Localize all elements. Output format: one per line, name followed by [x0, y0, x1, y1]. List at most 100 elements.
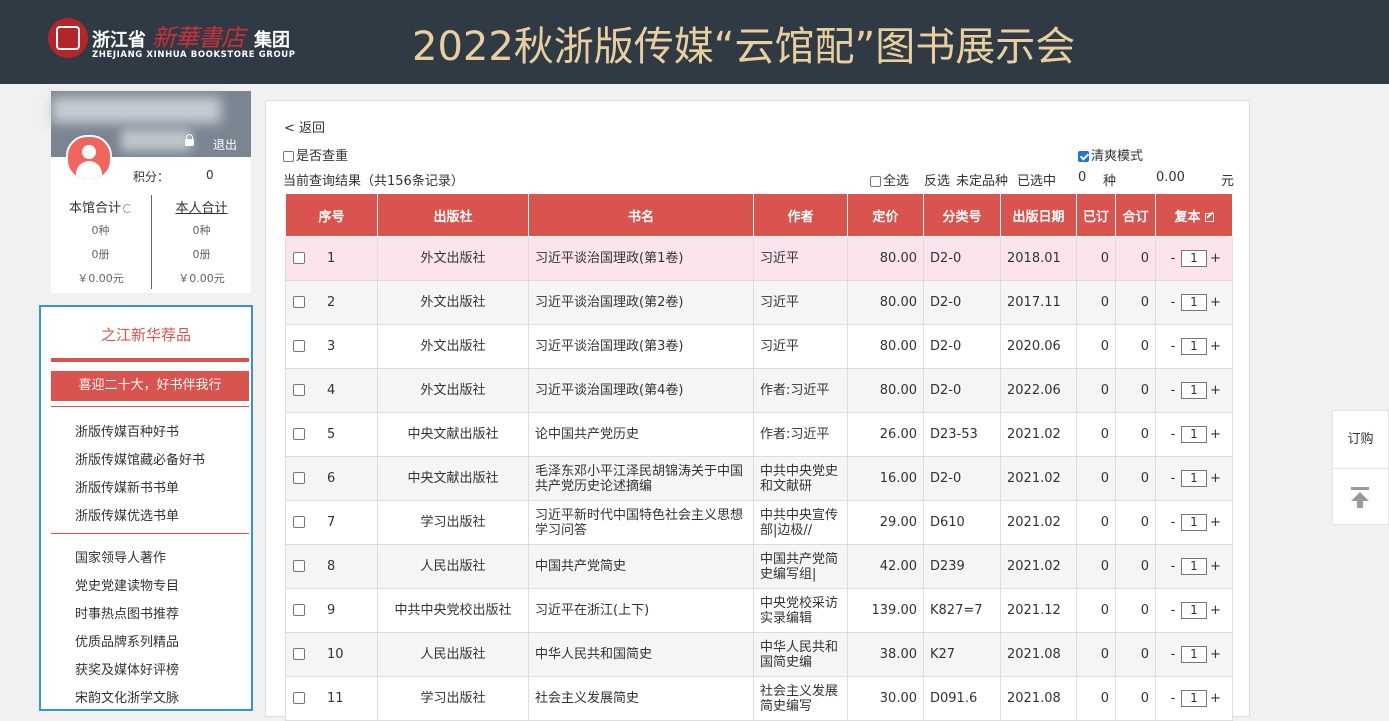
row-checkbox[interactable] [293, 648, 305, 660]
increment-button[interactable]: + [1210, 427, 1221, 442]
copies-input[interactable]: 1 [1181, 250, 1207, 267]
decrement-button[interactable]: - [1168, 251, 1178, 266]
th-class[interactable]: 分类号 [923, 193, 1001, 237]
menu-item[interactable]: 浙版传媒优选书单 [75, 505, 179, 524]
cell-title[interactable]: 习近平新时代中国特色社会主义思想学习问答 [528, 500, 754, 545]
cell-title[interactable]: 社会主义发展简史 [528, 676, 754, 721]
table-row[interactable]: 5 中央文献出版社 论中国共产党历史 作者:习近平 26.00 D23-53 2021.02… [285, 412, 1233, 457]
menu-item[interactable]: 时事热点图书推荐 [75, 603, 179, 622]
avatar-icon[interactable] [66, 135, 112, 181]
menu-item[interactable]: 国家领导人著作 [75, 547, 166, 566]
row-checkbox[interactable] [293, 516, 305, 528]
copies-input[interactable]: 1 [1181, 558, 1207, 575]
copies-input[interactable]: 1 [1181, 646, 1207, 663]
th-date[interactable]: 出版日期 [1000, 193, 1077, 237]
cell-title[interactable]: 习近平在浙江(上下) [528, 588, 754, 633]
increment-button[interactable]: + [1210, 383, 1221, 398]
refresh-icon[interactable] [123, 204, 132, 213]
personal-total-link[interactable]: 本人合计 [152, 199, 251, 219]
table-row[interactable]: 8 人民出版社 中国共产党简史 中国共产党简史编写组| 42.00 D239 2021.02… [285, 544, 1233, 589]
decrement-button[interactable]: - [1168, 515, 1178, 530]
table-row[interactable]: 6 中央文献出版社 毛泽东邓小平江泽民胡锦涛关于中国共产党历史论述摘编 中共中央党史和… [285, 456, 1233, 501]
undecided-link[interactable]: 未定品种 [956, 170, 1008, 189]
table-row[interactable]: 4 外文出版社 习近平谈治国理政(第4卷) 作者:习近平 80.00 D2-0 2022.0… [285, 368, 1233, 413]
dup-check-option[interactable]: 是否查重 [283, 145, 348, 164]
logout-link[interactable]: 退出 [213, 136, 237, 153]
back-link[interactable]: < 返回 [284, 117, 325, 136]
increment-button[interactable]: + [1210, 603, 1221, 618]
copies-input[interactable]: 1 [1181, 294, 1207, 311]
select-all-option[interactable]: 全选 [870, 170, 909, 189]
row-checkbox[interactable] [293, 604, 305, 616]
th-publisher[interactable]: 出版社 [377, 193, 529, 237]
dup-check-checkbox[interactable] [283, 151, 294, 162]
table-row[interactable]: 11 学习出版社 社会主义发展简史 社会主义发展简史编写 30.00 D091.6 2021… [285, 676, 1233, 721]
th-price[interactable]: 定价 [847, 193, 924, 237]
increment-button[interactable]: + [1210, 471, 1221, 486]
clean-mode-option[interactable]: 清爽模式 [1078, 145, 1143, 164]
table-row[interactable]: 1 外文出版社 习近平谈治国理政(第1卷) 习近平 80.00 D2-0 2018.01 0 0… [285, 236, 1233, 281]
row-checkbox[interactable] [293, 340, 305, 352]
table-row[interactable]: 2 外文出版社 习近平谈治国理政(第2卷) 习近平 80.00 D2-0 2017.11 0 0… [285, 280, 1233, 325]
row-checkbox[interactable] [293, 296, 305, 308]
copies-input[interactable]: 1 [1181, 382, 1207, 399]
order-button[interactable]: 订购 [1333, 411, 1388, 469]
cell-title[interactable]: 毛泽东邓小平江泽民胡锦涛关于中国共产党历史论述摘编 [528, 456, 754, 501]
decrement-button[interactable]: - [1168, 295, 1178, 310]
th-title[interactable]: 书名 [528, 193, 754, 237]
copies-input[interactable]: 1 [1181, 338, 1207, 355]
logo[interactable]: 浙江省 新華書店 集团 ZHEJIANG XINHUA BOOKSTORE GR… [48, 16, 298, 62]
copies-input[interactable]: 1 [1181, 602, 1207, 619]
table-row[interactable]: 10 人民出版社 中华人民共和国简史 中华人民共和国简史编 38.00 K27 2021.0… [285, 632, 1233, 677]
menu-item[interactable]: 浙版传媒新书书单 [75, 477, 179, 496]
menu-banner-item[interactable]: 喜迎二十大，好书伴我行 [51, 371, 249, 401]
cell-title[interactable]: 习近平谈治国理政(第1卷) [528, 236, 754, 281]
cell-title[interactable]: 习近平谈治国理政(第3卷) [528, 324, 754, 369]
menu-item[interactable]: 优质品牌系列精品 [75, 631, 179, 650]
increment-button[interactable]: + [1210, 339, 1221, 354]
row-checkbox[interactable] [293, 252, 305, 264]
decrement-button[interactable]: - [1168, 339, 1178, 354]
menu-item[interactable]: 浙版传媒百种好书 [75, 421, 179, 440]
row-checkbox[interactable] [293, 472, 305, 484]
decrement-button[interactable]: - [1168, 383, 1178, 398]
clean-mode-checkbox[interactable] [1078, 151, 1089, 162]
increment-button[interactable]: + [1210, 295, 1221, 310]
menu-item[interactable]: 宋韵文化浙学文脉 [75, 687, 179, 706]
row-checkbox[interactable] [293, 692, 305, 704]
decrement-button[interactable]: - [1168, 603, 1178, 618]
cell-title[interactable]: 中华人民共和国简史 [528, 632, 754, 677]
library-total-title[interactable]: 本馆合计 [51, 199, 150, 219]
invert-selection-link[interactable]: 反选 [924, 170, 950, 189]
cell-title[interactable]: 中国共产党简史 [528, 544, 754, 589]
th-author[interactable]: 作者 [753, 193, 848, 237]
menu-item[interactable]: 获奖及媒体好评榜 [75, 659, 179, 678]
row-checkbox[interactable] [293, 560, 305, 572]
table-row[interactable]: 7 学习出版社 习近平新时代中国特色社会主义思想学习问答 中共中央宣传部|边极//29… [285, 500, 1233, 545]
cell-title[interactable]: 习近平谈治国理政(第2卷) [528, 280, 754, 325]
cell-title[interactable]: 习近平谈治国理政(第4卷) [528, 368, 754, 413]
th-copies[interactable]: 复本 [1155, 193, 1233, 237]
copies-input[interactable]: 1 [1181, 426, 1207, 443]
decrement-button[interactable]: - [1168, 691, 1178, 706]
decrement-button[interactable]: - [1168, 471, 1178, 486]
menu-item[interactable]: 党史党建读物专目 [75, 575, 179, 594]
increment-button[interactable]: + [1210, 251, 1221, 266]
row-checkbox[interactable] [293, 384, 305, 396]
table-row[interactable]: 3 外文出版社 习近平谈治国理政(第3卷) 习近平 80.00 D2-0 2020.06 0 0… [285, 324, 1233, 369]
decrement-button[interactable]: - [1168, 559, 1178, 574]
copies-input[interactable]: 1 [1181, 470, 1207, 487]
copies-input[interactable]: 1 [1181, 514, 1207, 531]
decrement-button[interactable]: - [1168, 427, 1178, 442]
cell-title[interactable]: 论中国共产党历史 [528, 412, 754, 457]
increment-button[interactable]: + [1210, 515, 1221, 530]
menu-item[interactable]: 浙版传媒馆藏必备好书 [75, 449, 205, 468]
edit-icon[interactable] [1204, 212, 1214, 222]
row-checkbox[interactable] [293, 428, 305, 440]
select-all-checkbox[interactable] [870, 176, 881, 187]
copies-input[interactable]: 1 [1181, 690, 1207, 707]
table-row[interactable]: 9 中共中央党校出版社 习近平在浙江(上下) 中央党校采访实录编辑 139.00 K827… [285, 588, 1233, 633]
decrement-button[interactable]: - [1168, 647, 1178, 662]
increment-button[interactable]: + [1210, 559, 1221, 574]
increment-button[interactable]: + [1210, 691, 1221, 706]
